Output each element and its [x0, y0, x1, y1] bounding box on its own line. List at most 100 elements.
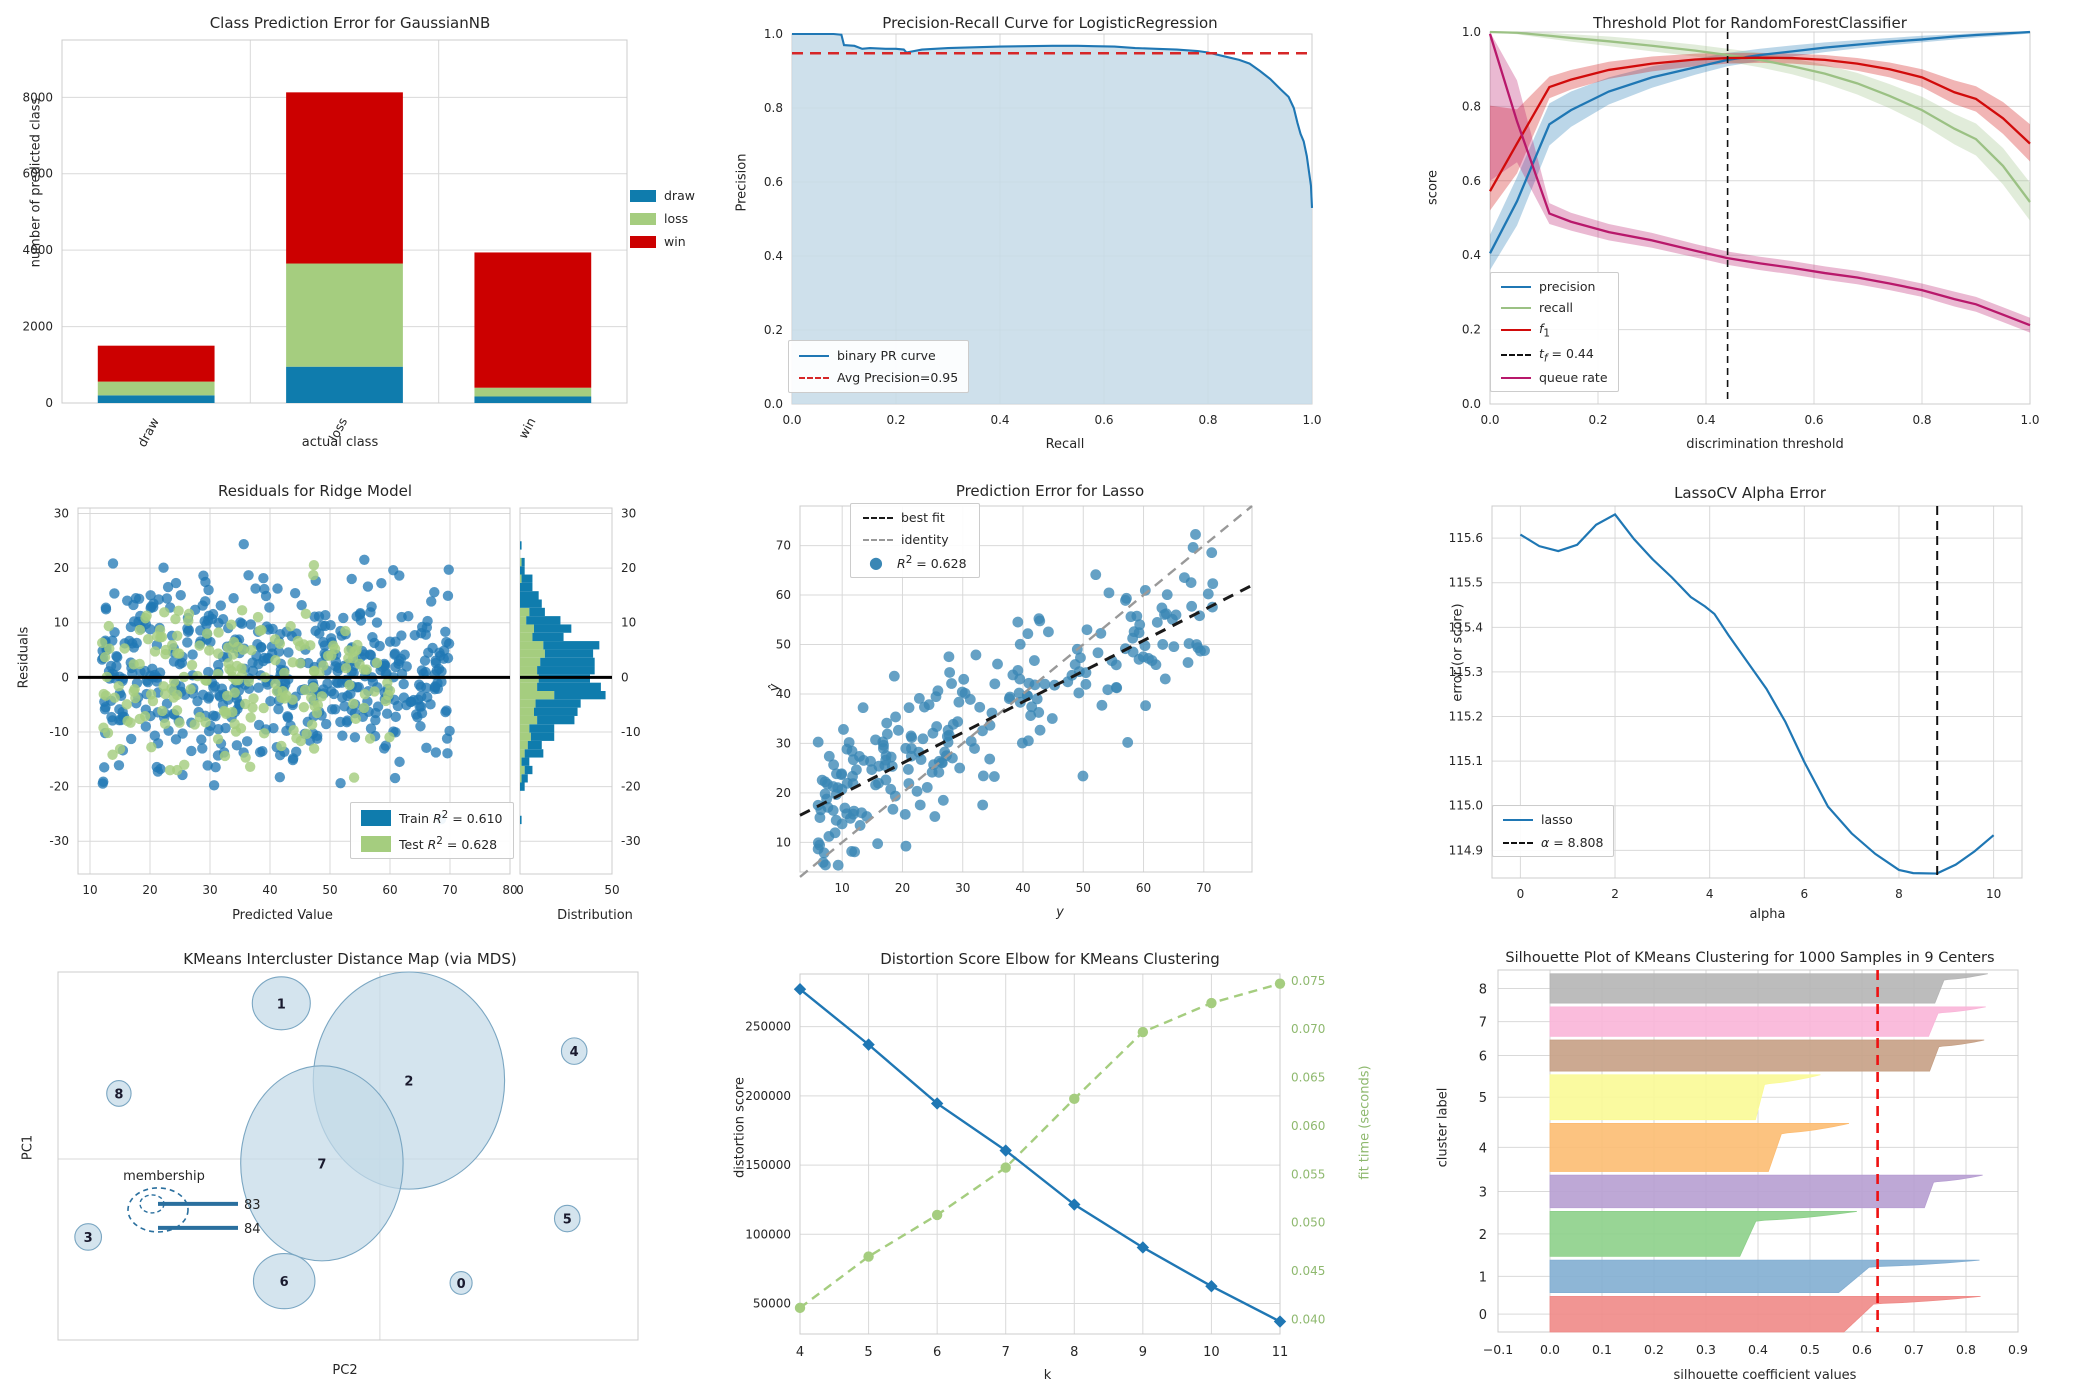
panel-residuals: Residuals for Ridge Model Residuals Pred…: [0, 470, 700, 940]
figure-grid: Class Prediction Error for GaussianNB nu…: [0, 0, 2100, 1400]
svg-text:6: 6: [1801, 887, 1809, 901]
svg-text:20: 20: [142, 883, 157, 897]
svg-text:10: 10: [54, 616, 69, 630]
svg-text:0.8: 0.8: [1956, 1342, 1976, 1357]
svg-text:8: 8: [1895, 887, 1903, 901]
legend-item: best fit: [863, 510, 967, 525]
svg-text:150000: 150000: [745, 1158, 791, 1172]
svg-text:10: 10: [1203, 1345, 1220, 1360]
panel-elbow: Distortion Score Elbow for KMeans Cluste…: [700, 940, 1400, 1400]
legend-precision-recall: binary PR curve Avg Precision=0.95: [788, 340, 970, 393]
legend-label: identity: [901, 532, 949, 547]
svg-text:0.6: 0.6: [764, 175, 783, 189]
svg-text:0: 0: [1517, 887, 1525, 901]
svg-text:100000: 100000: [745, 1227, 791, 1241]
svg-text:70: 70: [1196, 881, 1211, 895]
legend-swatch: [1501, 285, 1531, 288]
prediction-error-chart: 10 20 30 40 50 60 7010203040506070: [776, 505, 1253, 895]
svg-text:4: 4: [1706, 887, 1714, 901]
x-axis-label: alpha: [1749, 907, 1786, 922]
legend-label: α = 8.808: [1541, 835, 1604, 850]
svg-text:0.2: 0.2: [1644, 1342, 1664, 1357]
legend-label: win: [664, 234, 686, 249]
svg-text:8: 8: [1479, 982, 1487, 997]
svg-text:0.4: 0.4: [990, 413, 1009, 427]
svg-text:-30: -30: [621, 834, 641, 848]
x-axis-label: actual class: [301, 435, 379, 450]
svg-text:0.0: 0.0: [1462, 397, 1481, 411]
legend-item: f1: [1501, 321, 1608, 340]
svg-text:0.9: 0.9: [2008, 1342, 2028, 1357]
legend-swatch: [1503, 818, 1533, 821]
legend-item: identity: [863, 532, 967, 547]
svg-text:0.0: 0.0: [1480, 413, 1499, 427]
bar-segment: [97, 395, 215, 403]
y-axis-label: error (or score): [1450, 603, 1466, 702]
x-axis-label: k: [1043, 1368, 1052, 1383]
svg-text:2: 2: [1611, 887, 1619, 901]
panel-title: Silhouette Plot of KMeans Clustering for…: [1505, 950, 1995, 966]
svg-text:8: 8: [114, 1087, 123, 1102]
legend-swatch: [863, 538, 893, 541]
legend-item: queue rate: [1501, 370, 1608, 385]
svg-text:membership: membership: [123, 1169, 205, 1184]
panel-threshold: Threshold Plot for RandomForestClassifie…: [1400, 0, 2100, 470]
panel-title: Prediction Error for Lasso: [955, 482, 1145, 500]
legend-label: Test R2 = 0.628: [399, 835, 498, 853]
svg-text:0.8: 0.8: [1198, 413, 1217, 427]
svg-text:0.2: 0.2: [1588, 413, 1607, 427]
svg-text:10: 10: [1986, 887, 2001, 901]
svg-text:20: 20: [895, 881, 910, 895]
svg-text:2: 2: [404, 1075, 413, 1090]
svg-text:1.0: 1.0: [1302, 413, 1321, 427]
legend-swatch: [1501, 329, 1531, 332]
svg-text:-10: -10: [621, 725, 641, 739]
legend-swatch: [630, 235, 656, 248]
legend-label: tf = 0.44: [1539, 345, 1594, 365]
svg-text:0.2: 0.2: [764, 323, 783, 337]
legend-swatch: [361, 809, 391, 826]
svg-text:200000: 200000: [745, 1089, 791, 1103]
x-axis-label: discrimination threshold: [1686, 437, 1844, 452]
panel-prediction-error: Prediction Error for Lasso ŷ y 10 20 30 40 5…: [700, 470, 1400, 940]
svg-text:70: 70: [776, 539, 791, 553]
legend-item: tf = 0.44: [1501, 345, 1608, 365]
svg-text:30: 30: [621, 506, 636, 520]
bar-segment: [474, 396, 592, 403]
svg-text:0.4: 0.4: [1462, 248, 1481, 262]
svg-text:0.060: 0.060: [1291, 1119, 1325, 1133]
bar-segment: [474, 387, 592, 397]
bar-segment: [97, 345, 215, 382]
svg-text:0.8: 0.8: [764, 101, 783, 115]
svg-text:1: 1: [1479, 1270, 1487, 1285]
svg-text:−0.1: −0.1: [1483, 1342, 1513, 1357]
legend-class-prediction-error: draw loss win: [630, 188, 695, 249]
svg-text:0.4: 0.4: [1696, 413, 1715, 427]
svg-text:5: 5: [1479, 1091, 1487, 1106]
svg-text:0: 0: [1479, 1308, 1487, 1323]
svg-text:8: 8: [1070, 1345, 1078, 1360]
bar-segment: [97, 381, 215, 396]
svg-text:0.2: 0.2: [886, 413, 905, 427]
x-axis-label: Recall: [1045, 437, 1085, 452]
svg-text:5: 5: [563, 1213, 572, 1228]
lassocv-chart: 0 2 4 6 8 10114.9115.0115.1115.2115.3115.4115…: [1449, 505, 2023, 901]
svg-text:0: 0: [621, 670, 629, 684]
svg-text:10: 10: [776, 835, 791, 849]
svg-text:0.4: 0.4: [764, 249, 783, 263]
svg-text:20: 20: [776, 786, 791, 800]
panel-title: Class Prediction Error for GaussianNB: [209, 14, 491, 32]
x-axis-label: y: [1056, 905, 1064, 920]
svg-text:0.075: 0.075: [1291, 974, 1325, 988]
panel-intercluster: KMeans Intercluster Distance Map (via MD…: [0, 940, 700, 1400]
x-axis-label: Predicted Value: [232, 908, 333, 923]
legend-item: recall: [1501, 300, 1608, 315]
panel-title: Precision-Recall Curve for LogisticRegre…: [882, 14, 1218, 32]
svg-text:0: 0: [45, 396, 53, 410]
legend-label: loss: [664, 211, 689, 226]
svg-text:0.0: 0.0: [764, 397, 783, 411]
legend-item: α = 8.808: [1503, 835, 1603, 850]
y-axis-label: Precision: [734, 153, 750, 212]
silhouette-band: [1549, 973, 1988, 1004]
panel-title: Distortion Score Elbow for KMeans Cluste…: [880, 950, 1220, 968]
